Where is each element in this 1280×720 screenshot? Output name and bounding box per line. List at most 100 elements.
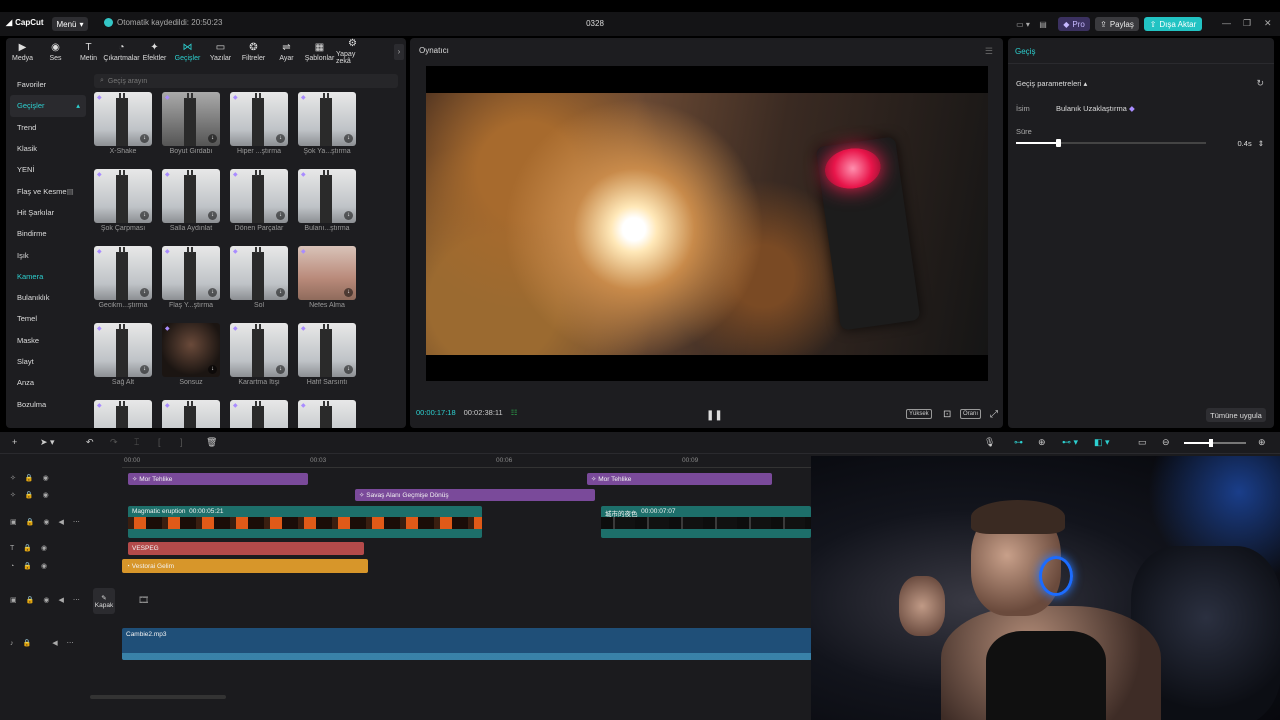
lock-icon[interactable]: 🔒 <box>23 562 32 570</box>
microphone-icon[interactable]: 🎙 <box>984 437 995 448</box>
link-icon[interactable]: ⊶ <box>1014 437 1023 448</box>
add-icon[interactable]: + <box>12 437 17 447</box>
minimize-icon[interactable]: — <box>1222 18 1231 28</box>
speaker-icon[interactable]: ◀ <box>58 518 63 526</box>
trim-left-icon[interactable]: [ <box>158 437 161 447</box>
audio-clip[interactable]: Cambie2.mp3 <box>122 628 812 660</box>
download-icon[interactable]: ↓ <box>276 288 285 297</box>
delete-icon[interactable]: 🗑 <box>206 437 217 448</box>
transition-tile[interactable]: ◆ ↓ Gecikm...ştırma <box>94 246 152 309</box>
quality-button[interactable]: Yüksek <box>906 409 932 419</box>
apply-all-button[interactable]: Tümüne uygula <box>1206 408 1266 422</box>
lock-icon[interactable]: 🔒 <box>26 596 35 604</box>
transition-tile[interactable]: ◆ ↓ Nefes Alma <box>298 246 356 309</box>
menu-button[interactable]: Menü ▾ <box>52 17 88 31</box>
search-input[interactable]: ⌕ Geçiş arayın <box>94 74 398 88</box>
download-icon[interactable]: ↓ <box>344 211 353 220</box>
tab-4[interactable]: ✦ Efektler <box>138 38 171 66</box>
transition-tile[interactable]: ◆↓ <box>94 400 152 428</box>
download-icon[interactable]: ↓ <box>140 288 149 297</box>
speaker-icon[interactable]: ◀ <box>52 639 57 647</box>
zoom-in-icon[interactable]: ⊕ <box>1258 437 1266 448</box>
zoom-out-icon[interactable]: ⊖ <box>1162 437 1170 448</box>
text-clip[interactable]: VESPEG <box>128 542 364 555</box>
lock-icon[interactable]: 🔒 <box>25 491 34 499</box>
transition-tile[interactable]: ◆ ↓ Flaş Y...ştırma <box>162 246 220 309</box>
category-item[interactable]: Klasik <box>10 138 86 159</box>
transition-tile[interactable]: ◆ ↓ Boyut Girdabı <box>162 92 220 155</box>
preview-axis-icon[interactable]: ◧ ▾ <box>1094 437 1110 448</box>
reset-icon[interactable]: ↻ <box>1256 78 1264 89</box>
snap-icon[interactable]: ⊕ <box>1038 437 1046 448</box>
pause-icon[interactable]: ❚❚ <box>706 410 723 421</box>
section-title[interactable]: Geçiş parametreleri ▴ <box>1016 79 1087 88</box>
tab-10[interactable]: ⚙ Yapay zekâ <box>336 38 369 66</box>
trim-right-icon[interactable]: ] <box>180 437 183 447</box>
restore-icon[interactable]: ❐ <box>1243 18 1251 29</box>
layout-icon[interactable]: ▭ ▾ <box>1012 17 1034 31</box>
fullscreen-icon[interactable]: ⤢ <box>988 409 1000 420</box>
tab-3[interactable]: ◔ Çıkartmalar <box>103 38 139 66</box>
eye-icon[interactable]: ◉ <box>41 544 47 552</box>
fit-icon[interactable]: ⊡ <box>941 409 953 420</box>
video-clip[interactable]: Magmatic eruption 00:00:05:21 <box>128 506 482 538</box>
download-icon[interactable]: ↓ <box>140 134 149 143</box>
tab-1[interactable]: ◉ Ses <box>39 38 72 66</box>
eye-icon[interactable]: ◉ <box>43 491 49 499</box>
duration-stepper[interactable]: 0.4s ⇕ <box>1218 136 1266 150</box>
download-icon[interactable]: ↓ <box>208 134 217 143</box>
category-item[interactable]: Kamera <box>10 266 86 287</box>
duration-slider-knob[interactable] <box>1055 139 1061 147</box>
lock-icon[interactable]: 🔒 <box>25 474 34 482</box>
transition-tile[interactable]: ◆ ↓ Karartma İtişi <box>230 323 288 386</box>
redo-icon[interactable]: ↷ <box>110 437 118 448</box>
video-clip[interactable]: 城市的夜色 00:00:07:07 <box>601 506 811 538</box>
lock-icon[interactable]: 🔒 <box>23 544 32 552</box>
transition-tile[interactable]: ◆ ↓ Dönen Parçalar <box>230 169 288 232</box>
caption-icon[interactable]: ▭ <box>1138 437 1147 448</box>
video-preview[interactable] <box>426 66 988 381</box>
ratio-button[interactable]: Oranı <box>960 409 982 419</box>
transition-tile[interactable]: ◆ ↓ X-Shake <box>94 92 152 155</box>
category-item[interactable]: Işık <box>10 244 86 265</box>
close-icon[interactable]: ✕ <box>1264 18 1272 29</box>
download-icon[interactable]: ↓ <box>208 211 217 220</box>
duration-slider[interactable] <box>1016 139 1206 147</box>
category-item[interactable]: Bindirme <box>10 223 86 244</box>
transition-tile[interactable]: ◆ ↓ Sağ Alt <box>94 323 152 386</box>
download-icon[interactable]: ↓ <box>276 134 285 143</box>
zoom-slider[interactable] <box>1184 439 1246 447</box>
share-button[interactable]: ⇪ Paylaş <box>1095 17 1139 31</box>
category-item[interactable]: Slayt <box>10 351 86 372</box>
transition-tile[interactable]: ◆ ↓ Sol <box>230 246 288 309</box>
transition-tile[interactable]: ◆ ↓ Sonsuz <box>162 323 220 386</box>
effect-clip[interactable]: ✧ Mor Tehlike <box>128 473 308 485</box>
category-item[interactable]: Bozulma <box>10 393 86 414</box>
download-icon[interactable]: ↓ <box>208 288 217 297</box>
cover-button[interactable]: ✎ Kapak <box>93 588 115 614</box>
eye-icon[interactable]: ◉ <box>43 596 49 604</box>
export-button[interactable]: ⇧ Dışa Aktar <box>1144 17 1202 31</box>
tab-0[interactable]: ▶ Medya <box>6 38 39 66</box>
transition-tile[interactable]: ◆ ↓ Hiper ...ştırma <box>230 92 288 155</box>
shortcut-icon[interactable]: ▤ <box>1036 17 1050 31</box>
eye-icon[interactable]: ◉ <box>41 562 47 570</box>
more-icon[interactable]: ⋯ <box>73 596 80 604</box>
pro-button[interactable]: ◆ Pro <box>1058 17 1090 31</box>
chevron-right-icon[interactable]: › <box>394 44 404 60</box>
transition-tile[interactable]: ◆ ↓ Şok Çarpması <box>94 169 152 232</box>
tab-7[interactable]: ❂ Filtreler <box>237 38 270 66</box>
eye-icon[interactable]: ◉ <box>43 518 49 526</box>
tab-transition[interactable]: Geçiş <box>1015 47 1035 56</box>
transition-tile[interactable]: ◆↓ <box>162 400 220 428</box>
grid-icon[interactable]: ☷ <box>511 408 518 417</box>
transition-tile[interactable]: ◆ ↓ Hafif Sarsıntı <box>298 323 356 386</box>
transition-tile[interactable]: ◆↓ <box>298 400 356 428</box>
category-item[interactable]: Temel <box>10 308 86 329</box>
download-icon[interactable]: ↓ <box>344 288 353 297</box>
select-cursor-icon[interactable]: ➤ ▾ <box>40 437 55 448</box>
hamburger-icon[interactable]: ☰ <box>985 46 993 57</box>
undo-icon[interactable]: ↶ <box>86 437 94 448</box>
category-item[interactable]: Favoriler <box>10 74 86 95</box>
speaker-icon[interactable]: ◀ <box>58 596 63 604</box>
